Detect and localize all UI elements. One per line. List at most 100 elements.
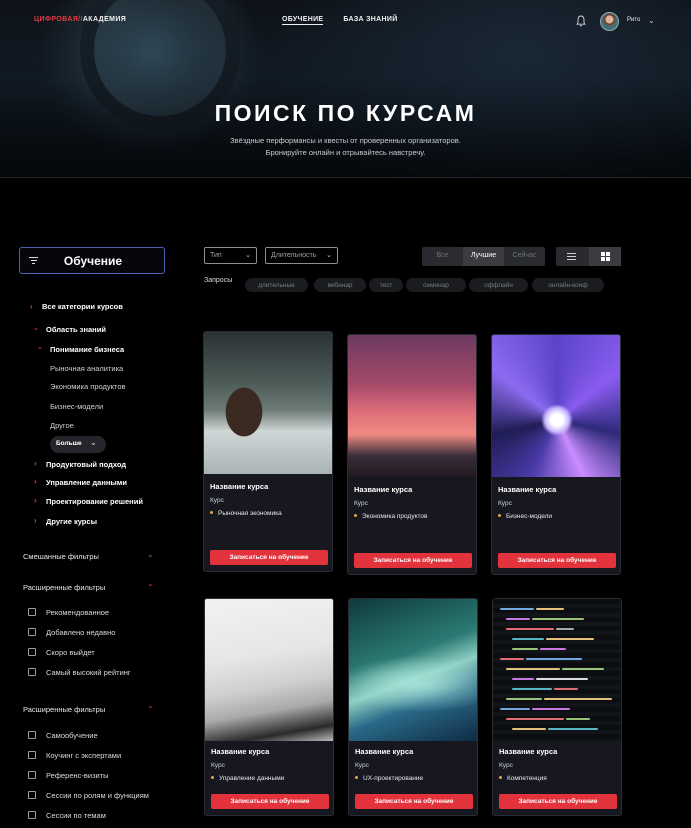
enroll-button[interactable]: Записаться на обучение bbox=[498, 553, 616, 568]
more-button[interactable]: Больше ⌄ bbox=[50, 436, 106, 453]
filter-chip[interactable]: оффлайн bbox=[469, 278, 528, 292]
list-icon bbox=[567, 253, 576, 262]
enroll-button[interactable]: Записаться на обучение bbox=[211, 794, 329, 809]
filter-chip[interactable]: вебинар bbox=[314, 278, 366, 292]
bell-icon[interactable] bbox=[576, 15, 586, 27]
checkbox[interactable] bbox=[28, 751, 36, 759]
chevron-right-icon[interactable]: › bbox=[34, 459, 37, 468]
checkbox-label[interactable]: Скоро выйдет bbox=[46, 648, 95, 657]
chevron-right-icon[interactable]: › bbox=[30, 302, 33, 311]
page-title: ПОИСК ПО КУРСАМ bbox=[214, 100, 477, 126]
sidebar-heading-label: Обучение bbox=[63, 254, 123, 268]
course-title[interactable]: Название курса bbox=[498, 485, 556, 494]
course-title[interactable]: Название курса bbox=[211, 747, 269, 756]
chevron-right-icon[interactable]: › bbox=[34, 477, 37, 486]
segment-now[interactable]: Сейчас bbox=[504, 247, 545, 266]
filter-chip[interactable]: онлайн-конф bbox=[532, 278, 604, 292]
chevron-down-icon[interactable]: ⌄ bbox=[33, 324, 39, 332]
chevron-right-icon[interactable]: › bbox=[34, 496, 37, 505]
checkbox[interactable] bbox=[28, 791, 36, 799]
checkbox-label[interactable]: Референс-визиты bbox=[46, 771, 109, 780]
course-type: Курс bbox=[355, 762, 369, 769]
chevron-down-icon[interactable]: ⌄ bbox=[648, 16, 655, 25]
checkbox-label[interactable]: Добавлено недавно bbox=[46, 628, 115, 637]
segment-best[interactable]: Лучшие bbox=[463, 247, 504, 266]
course-title[interactable]: Название курса bbox=[210, 482, 268, 491]
course-image-laptop-keyboard bbox=[205, 599, 333, 741]
course-card[interactable]: Название курса Курс Компетенция Записать… bbox=[492, 598, 622, 816]
enroll-button[interactable]: Записаться на обучение bbox=[355, 794, 473, 809]
checkbox[interactable] bbox=[28, 811, 36, 819]
brand-logo-part2: АКАДЕМИЯ bbox=[82, 16, 127, 23]
type-select[interactable]: Тип ⌄ bbox=[204, 247, 257, 264]
section-title-advanced-filters[interactable]: Расширенные фильтры bbox=[23, 705, 105, 714]
sidebar-heading-button[interactable]: Обучение bbox=[19, 247, 165, 274]
checkbox[interactable] bbox=[28, 731, 36, 739]
course-title[interactable]: Название курса bbox=[355, 747, 413, 756]
checkbox[interactable] bbox=[28, 771, 36, 779]
sidebar-item-other[interactable]: Другое bbox=[50, 421, 74, 430]
user-name[interactable]: Рито bbox=[627, 17, 640, 23]
checkbox[interactable] bbox=[28, 648, 36, 656]
checkbox-label[interactable]: Самый высокий рейтинг bbox=[46, 668, 131, 677]
course-card[interactable]: Название курса Курс UX-проектирование За… bbox=[348, 598, 478, 816]
course-type: Курс bbox=[210, 497, 224, 504]
course-title[interactable]: Название курса bbox=[499, 747, 557, 756]
filter-chip[interactable]: семинар bbox=[406, 278, 466, 292]
requests-label: Запросы bbox=[204, 277, 233, 284]
sidebar-item-business-understanding[interactable]: Понимание бизнеса bbox=[50, 345, 124, 354]
sidebar-item-data-management[interactable]: Управление данными bbox=[46, 478, 127, 487]
chevron-up-icon[interactable]: ⌃ bbox=[147, 583, 154, 592]
filter-chip[interactable]: тест bbox=[369, 278, 403, 292]
nav-link-learning[interactable]: ОБУЧЕНИЕ bbox=[282, 16, 324, 25]
sidebar-item-business-models[interactable]: Бизнес-модели bbox=[50, 402, 103, 411]
enroll-button[interactable]: Записаться на обучение bbox=[210, 550, 328, 565]
checkbox[interactable] bbox=[28, 668, 36, 676]
enroll-button[interactable]: Записаться на обучение bbox=[499, 794, 617, 809]
chevron-down-icon[interactable]: ⌄ bbox=[37, 343, 43, 351]
sidebar-item-knowledge-area[interactable]: Область знаний bbox=[46, 325, 106, 334]
sidebar-item-solution-design[interactable]: Проектирование решений bbox=[46, 497, 143, 506]
checkbox-label[interactable]: Сессии по ролям и функциям bbox=[46, 791, 161, 800]
course-type: Курс bbox=[498, 500, 512, 507]
course-tag: Рыночная экономика bbox=[210, 510, 282, 517]
sidebar-item-market-analytics[interactable]: Рыночная аналитика bbox=[50, 364, 123, 373]
course-card[interactable]: Название курса Курс Бизнес-модели Записа… bbox=[491, 334, 621, 575]
course-title[interactable]: Название курса bbox=[354, 485, 412, 494]
segment-all[interactable]: Все bbox=[422, 247, 463, 266]
filter-chip[interactable]: длительные bbox=[245, 278, 308, 292]
brand-logo-part1: ЦИФРОВАЯ bbox=[34, 16, 79, 23]
course-image-code-screen bbox=[493, 599, 621, 741]
enroll-button[interactable]: Записаться на обучение bbox=[354, 553, 472, 568]
nav-link-knowledge-base[interactable]: БАЗА ЗНАНИЙ bbox=[343, 16, 397, 25]
section-title-mixed-filters[interactable]: Смешанные фильтры bbox=[23, 552, 99, 561]
sidebar-item-other-courses[interactable]: Другие курсы bbox=[46, 517, 97, 526]
chevron-down-icon: ⌄ bbox=[90, 438, 97, 447]
grid-view-button[interactable] bbox=[589, 247, 621, 266]
view-mode-toggle bbox=[556, 247, 621, 266]
sidebar-item-all-categories[interactable]: Все категории курсов bbox=[42, 302, 123, 311]
list-view-button[interactable] bbox=[556, 247, 588, 266]
checkbox[interactable] bbox=[28, 628, 36, 636]
chevron-down-icon[interactable]: ⌄ bbox=[147, 550, 154, 559]
course-card[interactable]: Название курса Курс Управление данными З… bbox=[204, 598, 334, 816]
checkbox-label[interactable]: Сессии по темам bbox=[46, 811, 106, 820]
sidebar-item-product-economics[interactable]: Экономика продуктов bbox=[50, 382, 126, 391]
duration-select[interactable]: Длительность ⌄ bbox=[265, 247, 338, 264]
checkbox-label[interactable]: Рекомендованное bbox=[46, 608, 109, 617]
sidebar-item-product-approach[interactable]: Продуктовый подход bbox=[46, 460, 126, 469]
checkbox-label[interactable]: Коучинг с экспертами bbox=[46, 751, 121, 760]
brand-logo[interactable]: ЦИФРОВАЯ//АКАДЕМИЯ bbox=[34, 16, 126, 23]
chevron-down-icon: ⌄ bbox=[245, 252, 251, 259]
avatar[interactable] bbox=[600, 12, 619, 31]
course-card[interactable]: Название курса Курс Рыночная экономика З… bbox=[203, 331, 333, 572]
course-card[interactable]: Название курса Курс Экономика продуктов … bbox=[347, 334, 477, 575]
course-image-desk-monitor bbox=[348, 335, 476, 477]
chevron-up-icon[interactable]: ⌃ bbox=[147, 705, 154, 714]
checkbox-label[interactable]: Самообучение bbox=[46, 731, 98, 740]
course-tag: Экономика продуктов bbox=[354, 513, 427, 520]
course-image-tunnel-lights bbox=[492, 335, 620, 477]
checkbox[interactable] bbox=[28, 608, 36, 616]
section-title-advanced-filters[interactable]: Расширенные фильтры bbox=[23, 583, 105, 592]
chevron-right-icon[interactable]: › bbox=[34, 516, 37, 525]
